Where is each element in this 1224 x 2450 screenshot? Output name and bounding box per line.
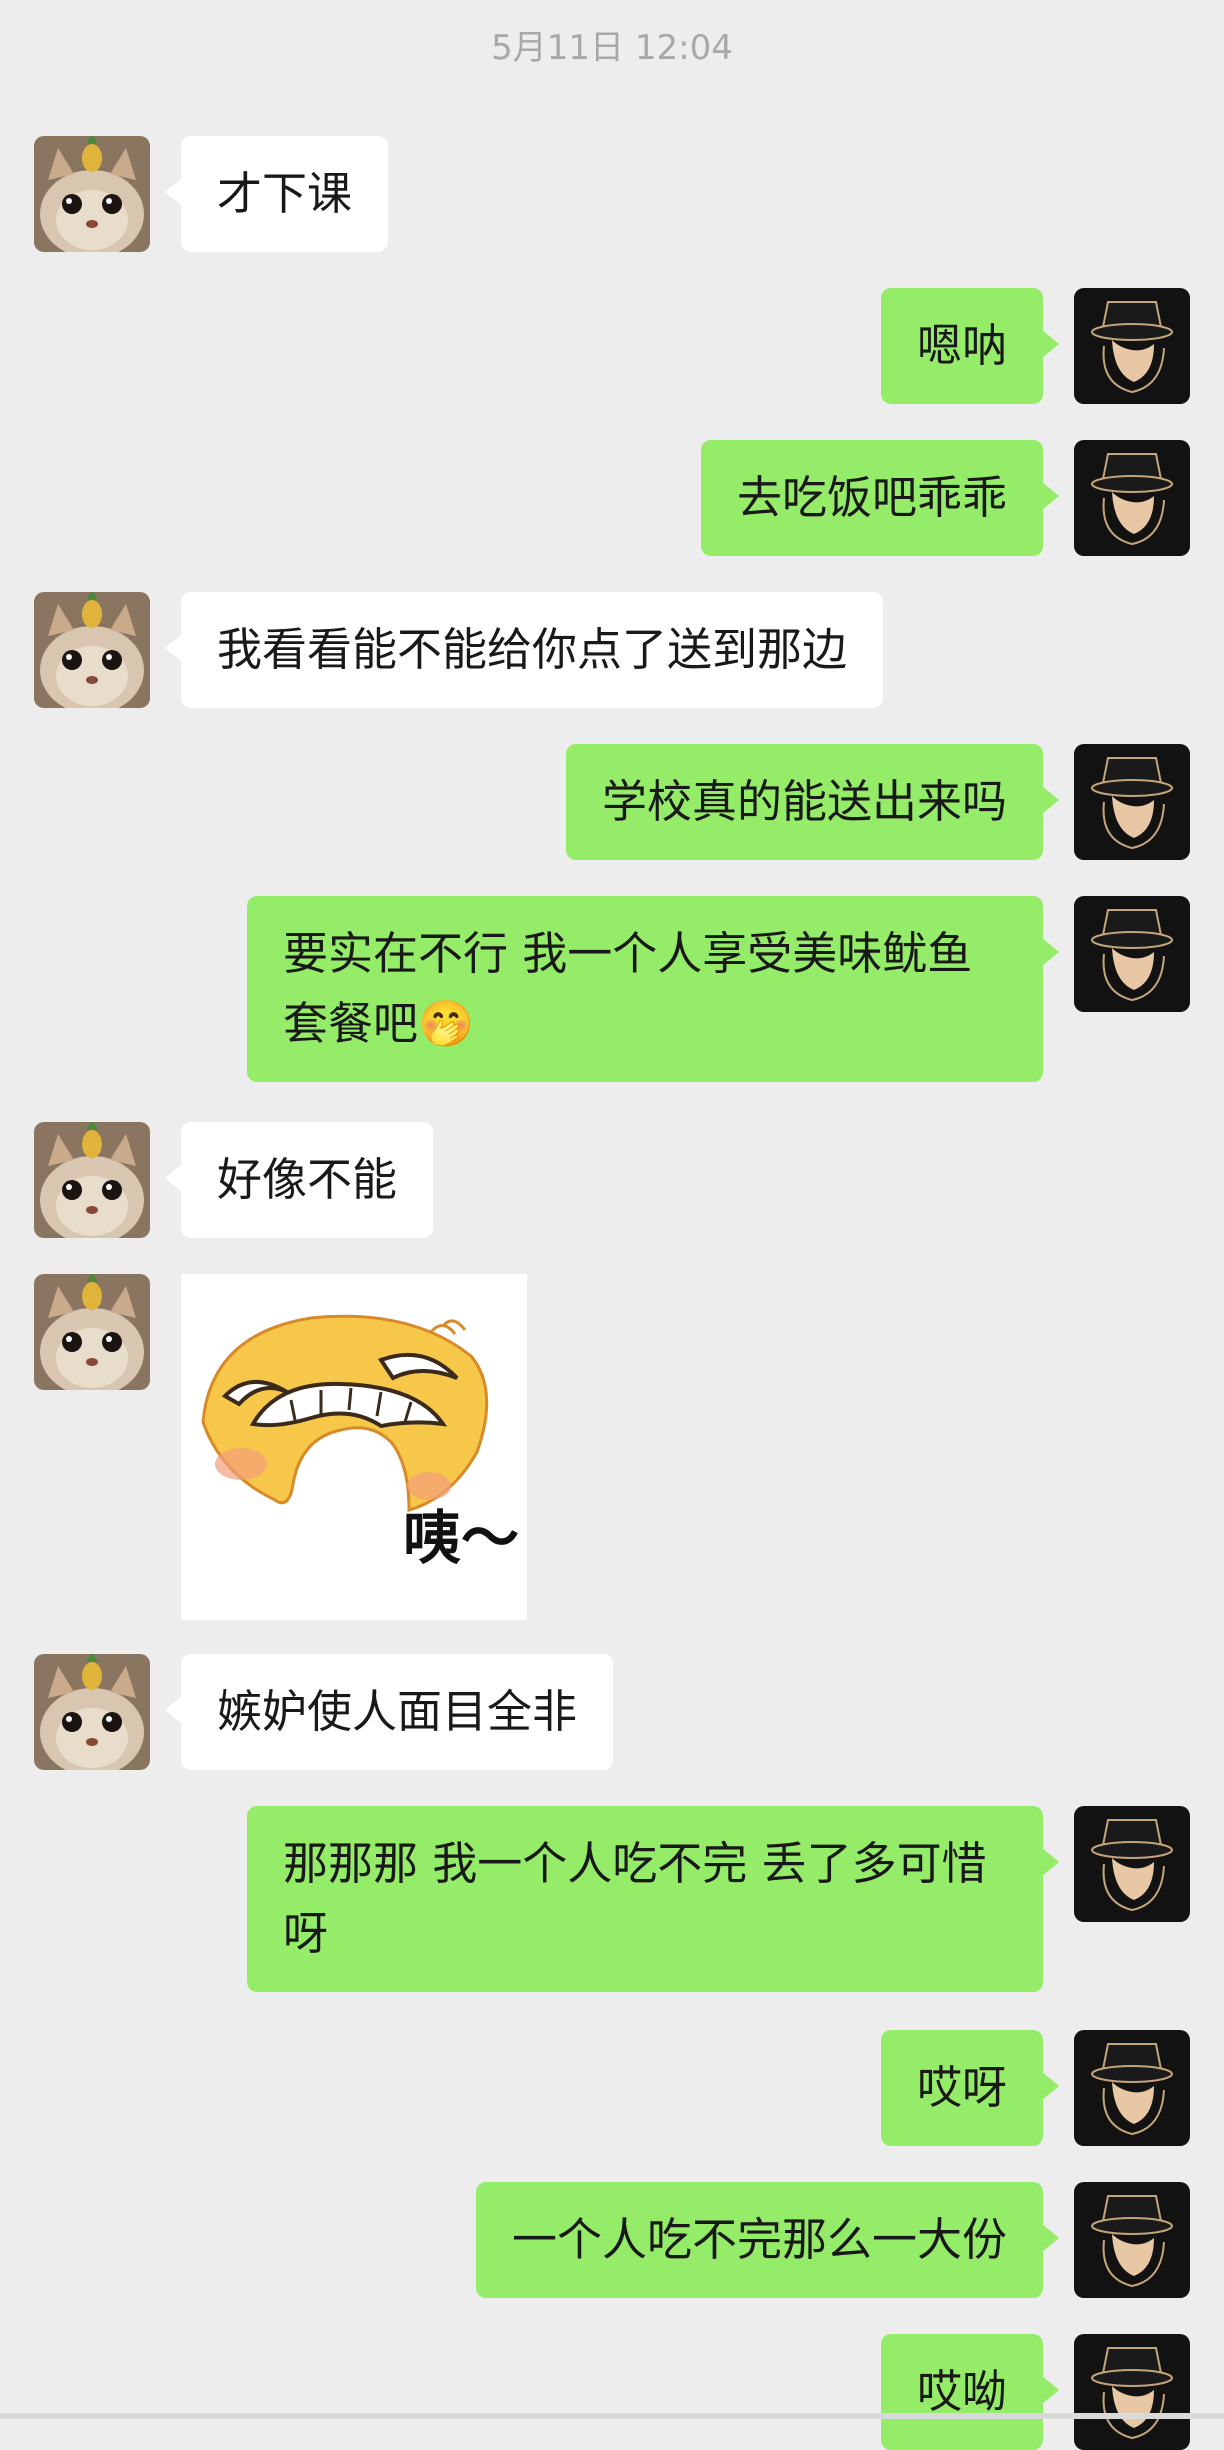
my-avatar[interactable]: [1074, 440, 1190, 556]
received-message-bubble[interactable]: 才下课: [164, 136, 389, 252]
my-avatar[interactable]: [1074, 896, 1190, 1012]
my-avatar[interactable]: [1074, 1806, 1190, 1922]
message-row: 哎呀: [0, 2030, 1224, 2146]
received-message-bubble[interactable]: 好像不能: [164, 1122, 434, 1238]
message-row: 才下课: [0, 136, 1224, 252]
my-avatar[interactable]: [1074, 288, 1190, 404]
sent-message-bubble[interactable]: 要实在不行 我一个人享受美味鱿鱼套餐吧🤭: [247, 896, 1059, 1082]
cat-avatar-icon: [34, 592, 150, 708]
hat-figure-avatar-icon: [1074, 744, 1190, 860]
my-avatar[interactable]: [1074, 2334, 1190, 2450]
message-row: 那那那 我一个人吃不完 丢了多可惜呀: [0, 1806, 1224, 1996]
contact-avatar[interactable]: [34, 1274, 150, 1390]
hat-figure-avatar-icon: [1074, 440, 1190, 556]
message-row: 我看看能不能给你点了送到那边: [0, 592, 1224, 708]
message-row: 咦～: [0, 1274, 1224, 1620]
sent-message-bubble[interactable]: 嗯呐: [880, 288, 1060, 404]
chat-window: 5月11日 12:04 才下课 嗯呐 去吃饭吧乖乖 我看看能不能给你点了送到那边…: [0, 0, 1224, 2450]
message-row: 好像不能: [0, 1122, 1224, 1238]
hat-figure-avatar-icon: [1074, 2334, 1190, 2450]
contact-avatar[interactable]: [34, 1122, 150, 1238]
cat-avatar-icon: [34, 1274, 150, 1390]
message-row: 嗯呐: [0, 288, 1224, 404]
message-row: 去吃饭吧乖乖: [0, 440, 1224, 556]
message-row: 学校真的能送出来吗: [0, 744, 1224, 860]
message-timestamp: 5月11日 12:04: [491, 28, 733, 68]
cat-avatar-icon: [34, 136, 150, 252]
hat-figure-avatar-icon: [1074, 2182, 1190, 2298]
contact-avatar[interactable]: [34, 136, 150, 252]
my-avatar[interactable]: [1074, 744, 1190, 860]
message-row: 要实在不行 我一个人享受美味鱿鱼套餐吧🤭: [0, 896, 1224, 1086]
sent-message-bubble[interactable]: 学校真的能送出来吗: [565, 744, 1060, 860]
hat-figure-avatar-icon: [1074, 2030, 1190, 2146]
contact-avatar[interactable]: [34, 592, 150, 708]
sent-message-bubble[interactable]: 哎呦: [880, 2334, 1060, 2450]
sent-message-bubble[interactable]: 那那那 我一个人吃不完 丢了多可惜呀: [247, 1806, 1059, 1992]
my-avatar[interactable]: [1074, 2182, 1190, 2298]
hat-figure-avatar-icon: [1074, 1806, 1190, 1922]
cat-avatar-icon: [34, 1654, 150, 1770]
message-row: 嫉妒使人面目全非: [0, 1654, 1224, 1770]
contact-avatar[interactable]: [34, 1654, 150, 1770]
sent-message-bubble[interactable]: 哎呀: [880, 2030, 1060, 2146]
message-row: 一个人吃不完那么一大份: [0, 2182, 1224, 2298]
sent-message-bubble[interactable]: 一个人吃不完那么一大份: [475, 2182, 1060, 2298]
hat-figure-avatar-icon: [1074, 896, 1190, 1012]
received-message-bubble[interactable]: 我看看能不能给你点了送到那边: [164, 592, 884, 708]
bottom-divider: [0, 2413, 1224, 2419]
received-message-bubble[interactable]: 嫉妒使人面目全非: [164, 1654, 614, 1770]
sticker-message[interactable]: 咦～: [181, 1274, 527, 1620]
my-avatar[interactable]: [1074, 2030, 1190, 2146]
message-row: 哎呦: [0, 2334, 1224, 2450]
sticker-caption: 咦～: [402, 1504, 519, 1572]
hat-figure-avatar-icon: [1074, 288, 1190, 404]
cat-avatar-icon: [34, 1122, 150, 1238]
sent-message-bubble[interactable]: 去吃饭吧乖乖: [700, 440, 1060, 556]
